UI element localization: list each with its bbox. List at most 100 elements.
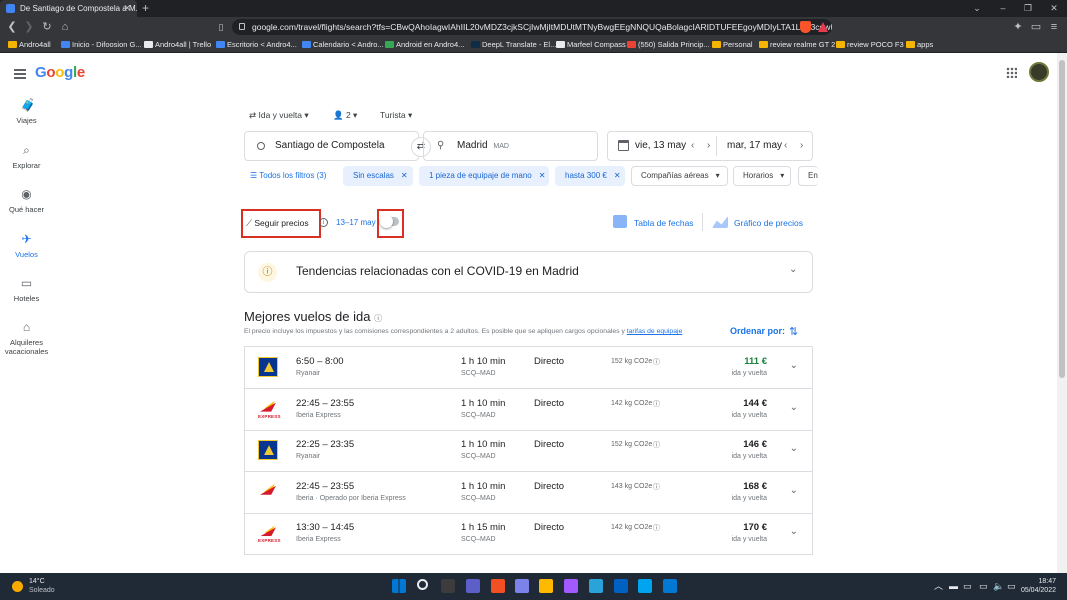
main-menu-icon[interactable] — [14, 69, 26, 79]
edge-icon[interactable] — [589, 579, 603, 593]
bookmark-item[interactable]: Andro4all — [8, 37, 51, 53]
network-icon[interactable]: ▭ — [979, 573, 988, 600]
start-icon[interactable] — [392, 579, 406, 593]
tab-close-icon[interactable]: ✕ — [123, 0, 131, 17]
home-icon[interactable]: ⌂ — [57, 17, 73, 37]
avatar[interactable] — [1029, 62, 1049, 82]
sidebar-item-hoteles[interactable]: ▭ Hoteles — [0, 277, 53, 303]
bookmark-item[interactable]: Android en Andro4... — [385, 37, 464, 53]
co2-info-icon[interactable]: ⓘ — [653, 482, 660, 492]
expand-flight-icon[interactable]: ⌄ — [790, 402, 798, 413]
flight-row[interactable]: 22:25 – 23:35 Ryanair 1 h 10 min SCQ–MAD Dir… — [244, 430, 813, 473]
file-explorer-icon[interactable] — [539, 579, 553, 593]
task-view-icon[interactable] — [441, 579, 455, 593]
return-next-icon[interactable]: › — [800, 132, 803, 160]
depart-date[interactable]: vie, 13 may — [635, 132, 686, 160]
bookmark-item[interactable]: Marfeel Compass — [556, 37, 626, 53]
covid-banner[interactable]: ⓘ Tendencias relacionadas con el COVID-1… — [244, 251, 813, 293]
return-date[interactable]: mar, 17 may — [727, 132, 782, 160]
media-icon[interactable]: ▭ — [1028, 17, 1044, 37]
forward-icon[interactable]: ❯ — [21, 17, 37, 37]
new-tab-icon[interactable]: + — [142, 0, 149, 16]
return-prev-icon[interactable]: ‹ — [784, 132, 787, 160]
remove-filter-icon[interactable]: ✕ — [539, 171, 546, 180]
sidebar-item-vuelos[interactable]: ✈ Vuelos — [0, 233, 53, 259]
address-bar[interactable]: google.com/travel/flights/search?tfs=CBw… — [232, 19, 832, 35]
window-close-icon[interactable]: ✕ — [1041, 0, 1067, 17]
dropdown-icon[interactable]: ▾ — [780, 171, 784, 180]
depart-next-icon[interactable]: › — [707, 132, 710, 160]
bookmark-item[interactable]: DeepL Translate - El... — [471, 37, 556, 53]
bookmark-item[interactable]: Inicio - Difoosion G... — [61, 37, 142, 53]
flight-row[interactable]: EXPRESS 13:30 – 14:45 Iberia Express 1 h 15… — [244, 513, 813, 556]
depart-prev-icon[interactable]: ‹ — [691, 132, 694, 160]
bookmark-item[interactable]: review POCO F3 — [836, 37, 904, 53]
bookmark-page-icon[interactable]: ▯ — [213, 17, 229, 37]
app-icon[interactable] — [564, 579, 578, 593]
google-logo[interactable]: Google — [35, 64, 85, 81]
flight-row[interactable]: 22:45 – 23:55 Iberia · Operado por Iberia… — [244, 471, 813, 514]
baggage-fees-link[interactable]: tarifas de equipaje — [627, 328, 683, 335]
filter-chip[interactable]: hasta 300 € ✕ — [555, 166, 625, 186]
brave-rewards-icon[interactable] — [818, 22, 828, 32]
trip-type-select[interactable]: ⇄ Ida y vuelta ▾ — [249, 110, 309, 121]
back-icon[interactable]: ❮ — [4, 17, 20, 37]
weather-temp[interactable]: 14°C — [29, 578, 45, 585]
google-apps-icon[interactable] — [1006, 67, 1017, 78]
teams-icon[interactable] — [515, 579, 529, 593]
clock-date[interactable]: 05/04/2022 — [1020, 587, 1056, 594]
track-dates[interactable]: 13–17 may — [336, 217, 376, 229]
co2-info-icon[interactable]: ⓘ — [653, 440, 660, 450]
bookmark-item[interactable]: (550) Salida Princip... — [627, 37, 710, 53]
origin-field[interactable]: Santiago de Compostela — [244, 131, 419, 161]
all-filters-button[interactable]: ☰ Todos los filtros (3) — [250, 166, 326, 186]
dropdown-icon[interactable]: ▾ — [716, 171, 720, 180]
bookmark-item[interactable]: Personal — [712, 37, 753, 53]
bookmark-item[interactable]: Escritorio < Andro4... — [216, 37, 297, 53]
bookmark-item[interactable]: Calendario < Andro... — [302, 37, 384, 53]
filter-chip[interactable]: Sin escalas ✕ — [343, 166, 413, 186]
search-icon[interactable] — [417, 579, 428, 590]
brave-icon[interactable] — [491, 579, 505, 593]
flight-row[interactable]: 6:50 – 8:00 Ryanair 1 h 10 min SCQ–MAD Direc… — [244, 347, 813, 389]
remove-filter-icon[interactable]: ✕ — [401, 171, 408, 180]
expand-flight-icon[interactable]: ⌄ — [790, 360, 798, 371]
remove-filter-icon[interactable]: ✕ — [614, 171, 621, 180]
brave-shield-icon[interactable] — [800, 21, 811, 33]
sidebar-item-alquileres-vacacionales[interactable]: ⌂ Alquileres vacacionales — [0, 321, 53, 356]
dates-field[interactable]: vie, 13 may ‹ › mar, 17 may ‹ › — [607, 131, 813, 161]
scrollbar-thumb[interactable] — [1059, 60, 1065, 378]
app-icon[interactable] — [614, 579, 628, 593]
track-prices-toggle[interactable] — [380, 215, 399, 228]
expand-flight-icon[interactable]: ⌄ — [790, 485, 798, 496]
cabin-select[interactable]: Turista ▾ — [380, 110, 412, 121]
filter-chip[interactable]: 1 pieza de equipaje de mano ✕ — [419, 166, 549, 186]
volume-icon[interactable]: 🔈 — [993, 573, 1004, 600]
filter-chip[interactable]: Horarios ▾ — [733, 166, 791, 186]
co2-info-icon[interactable]: ⓘ — [653, 523, 660, 533]
menu-icon[interactable]: ≡ — [1046, 17, 1062, 37]
filter-chip[interactable]: Compañías aéreas ▾ — [631, 166, 728, 186]
app-icon[interactable] — [638, 579, 652, 593]
sort-by-button[interactable]: Ordenar por: — [730, 326, 785, 336]
destination-field[interactable]: ⚲ Madrid MAD — [423, 131, 598, 161]
sidebar-item-explorar[interactable]: ⌕ Explorar — [0, 144, 53, 170]
passengers-select[interactable]: 👤 2 ▾ — [333, 110, 357, 121]
sort-icon[interactable]: ⇅ — [789, 325, 798, 338]
app-icon[interactable] — [663, 579, 677, 593]
tray-chevron-icon[interactable]: ︿ — [934, 573, 943, 600]
co2-info-icon[interactable]: ⓘ — [653, 399, 660, 409]
weather-desc[interactable]: Soleado — [29, 587, 55, 594]
expand-banner-icon[interactable]: ⌄ — [789, 264, 797, 275]
filter-chip[interactable]: En — [798, 166, 818, 186]
info-icon[interactable]: i — [319, 218, 328, 227]
price-graph-button[interactable]: Gráfico de precios — [734, 217, 803, 229]
sidebar-item-viajes[interactable]: 🧳 Viajes — [0, 99, 53, 125]
bookmark-item[interactable]: Andro4all | Trello — [144, 37, 211, 53]
bookmark-item[interactable]: apps — [906, 37, 933, 53]
extensions-icon[interactable]: ✦ — [1010, 17, 1026, 37]
tray-app2-icon[interactable]: ▭ — [963, 573, 972, 600]
track-prices-label[interactable]: ⟋ Seguir precios — [246, 216, 309, 230]
flight-row[interactable]: EXPRESS 22:45 – 23:55 Iberia Express 1 h 10… — [244, 388, 813, 431]
results-info-icon[interactable]: ⓘ — [374, 314, 382, 323]
